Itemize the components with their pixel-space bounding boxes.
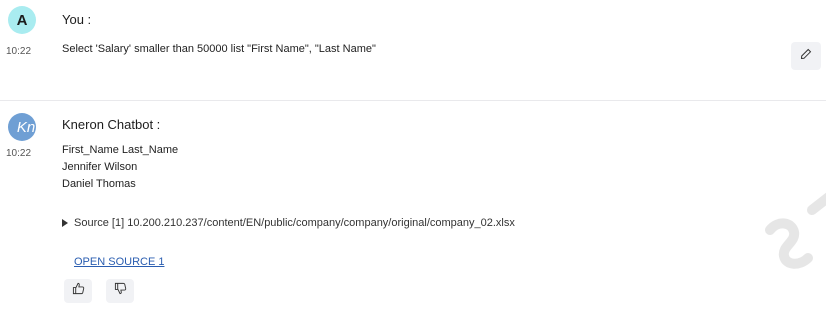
expand-triangle-icon xyxy=(62,219,68,227)
pencil-icon xyxy=(800,47,812,65)
user-avatar: A xyxy=(8,6,36,34)
bot-avatar: Kn xyxy=(8,113,36,141)
user-sender-label: You : xyxy=(62,12,92,27)
bot-message: Kn Kneron Chatbot : 10:22 First_Name Las… xyxy=(0,101,826,312)
bot-avatar-text: Kn xyxy=(16,118,36,136)
chat-window: A You : 10:22 Select 'Salary' smaller th… xyxy=(0,0,826,312)
answer-line: Daniel Thomas xyxy=(62,178,136,190)
answer-line: Jennifer Wilson xyxy=(62,161,138,173)
thumbs-down-button[interactable] xyxy=(106,279,134,303)
source-disclosure[interactable]: Source [1] 10.200.210.237/content/EN/pub… xyxy=(62,217,515,229)
user-message-time: 10:22 xyxy=(6,46,32,57)
bot-message-time: 10:22 xyxy=(6,148,32,159)
thumbs-down-icon xyxy=(114,282,127,300)
user-message: A You : 10:22 Select 'Salary' smaller th… xyxy=(0,0,826,100)
user-message-text: Select 'Salary' smaller than 50000 list … xyxy=(62,43,376,55)
answer-line: First_Name Last_Name xyxy=(62,144,179,156)
bot-sender-label: Kneron Chatbot : xyxy=(62,117,161,132)
bot-answer: First_Name Last_Name Jennifer Wilson Dan… xyxy=(62,142,178,193)
source-text: Source [1] 10.200.210.237/content/EN/pub… xyxy=(74,217,515,229)
thumbs-up-icon xyxy=(72,282,85,300)
edit-message-button[interactable] xyxy=(791,42,821,70)
thumbs-up-button[interactable] xyxy=(64,279,92,303)
user-avatar-letter: A xyxy=(16,11,28,29)
open-source-link[interactable]: OPEN SOURCE 1 xyxy=(74,256,164,268)
